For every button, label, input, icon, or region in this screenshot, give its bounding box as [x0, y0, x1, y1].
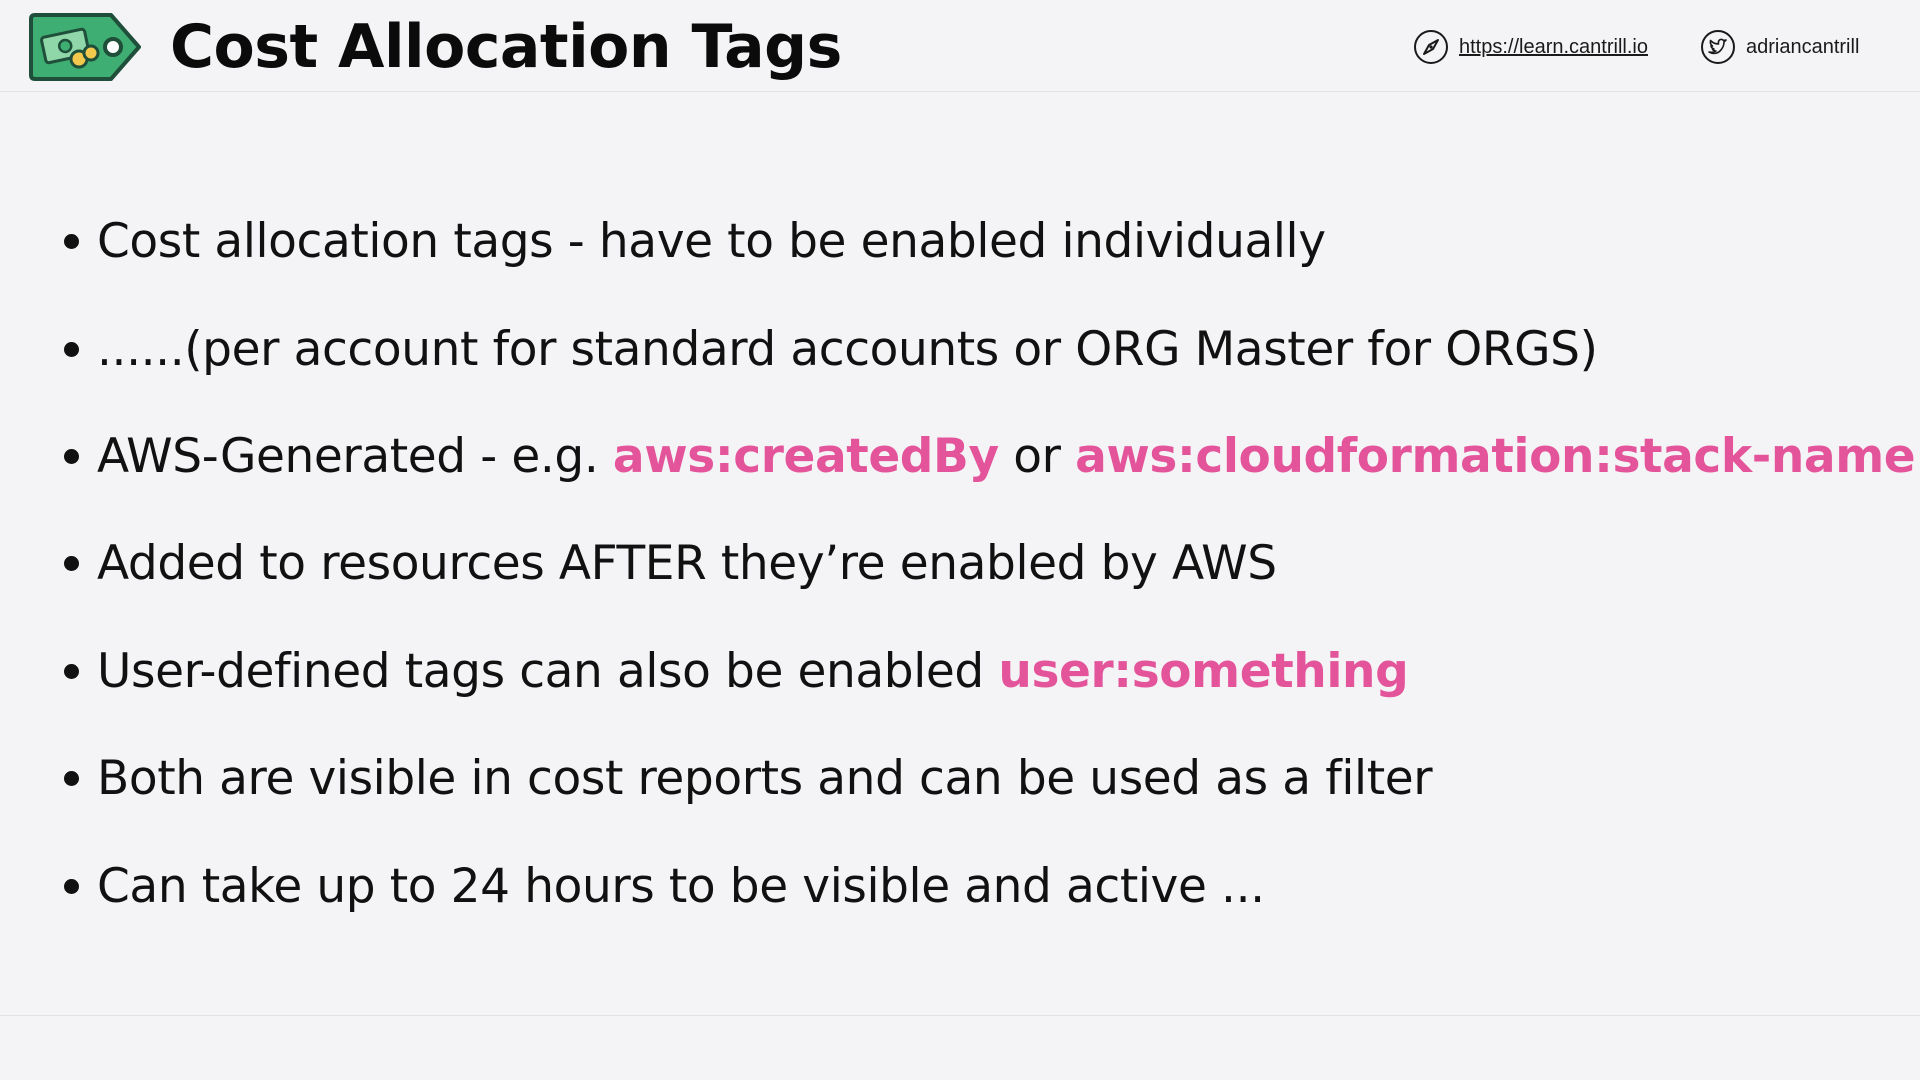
price-tag-with-money-icon	[29, 13, 141, 81]
bullet-text: Added to resources AFTER they’re enabled…	[97, 536, 1277, 592]
twitter-group: adriancantrill	[1700, 28, 1859, 66]
bullet-dot-icon	[64, 771, 79, 787]
bullet-dot-icon	[64, 448, 79, 464]
tag-key-highlight: aws:createdBy	[612, 428, 999, 484]
twitter-handle[interactable]: adriancantrill	[1746, 36, 1859, 59]
compass-icon	[1414, 30, 1448, 64]
footer-divider	[0, 1015, 1920, 1016]
bullet-text: ......(per account for standard accounts…	[97, 321, 1598, 377]
bullet-item: Added to resources AFTER they’re enabled…	[64, 510, 1884, 617]
twitter-bird-icon	[1701, 30, 1735, 64]
bullet-dot-icon	[64, 341, 79, 357]
bullet-item: AWS-Generated - e.g. aws:createdBy or aw…	[64, 403, 1916, 510]
bullet-text: User-defined tags can also be enabled	[97, 643, 999, 699]
bullet-list: Cost allocation tags - have to be enable…	[64, 188, 1916, 940]
slide: Cost Allocation Tags https://learn.cantr…	[0, 0, 1920, 1080]
page-title: Cost Allocation Tags	[170, 12, 842, 82]
bullet-text: Both are visible in cost reports and can…	[97, 751, 1433, 807]
site-link-group: https://learn.cantrill.io	[1413, 28, 1648, 66]
slide-header: Cost Allocation Tags https://learn.cantr…	[0, 0, 1920, 92]
site-link[interactable]: https://learn.cantrill.io	[1459, 36, 1648, 59]
bullet-text: or	[998, 428, 1076, 484]
bullet-item: User-defined tags can also be enabled us…	[64, 618, 1884, 725]
tag-key-highlight: aws:cloudformation:stack-name	[1075, 428, 1916, 484]
tag-key-highlight: user:something	[998, 643, 1409, 699]
bullet-text: AWS-Generated - e.g.	[97, 428, 613, 484]
bullet-dot-icon	[64, 556, 79, 572]
bullet-text: Can take up to 24 hours to be visible an…	[97, 858, 1265, 914]
bullet-text: Cost allocation tags - have to be enable…	[97, 214, 1326, 270]
bullet-item: Can take up to 24 hours to be visible an…	[64, 832, 1884, 939]
bullet-dot-icon	[64, 663, 79, 679]
bullet-dot-icon	[64, 878, 79, 894]
bullet-item: Cost allocation tags - have to be enable…	[64, 188, 1884, 295]
bullet-dot-icon	[64, 234, 79, 250]
bullet-item: ......(per account for standard accounts…	[64, 295, 1884, 402]
bullet-item: Both are visible in cost reports and can…	[64, 725, 1884, 832]
